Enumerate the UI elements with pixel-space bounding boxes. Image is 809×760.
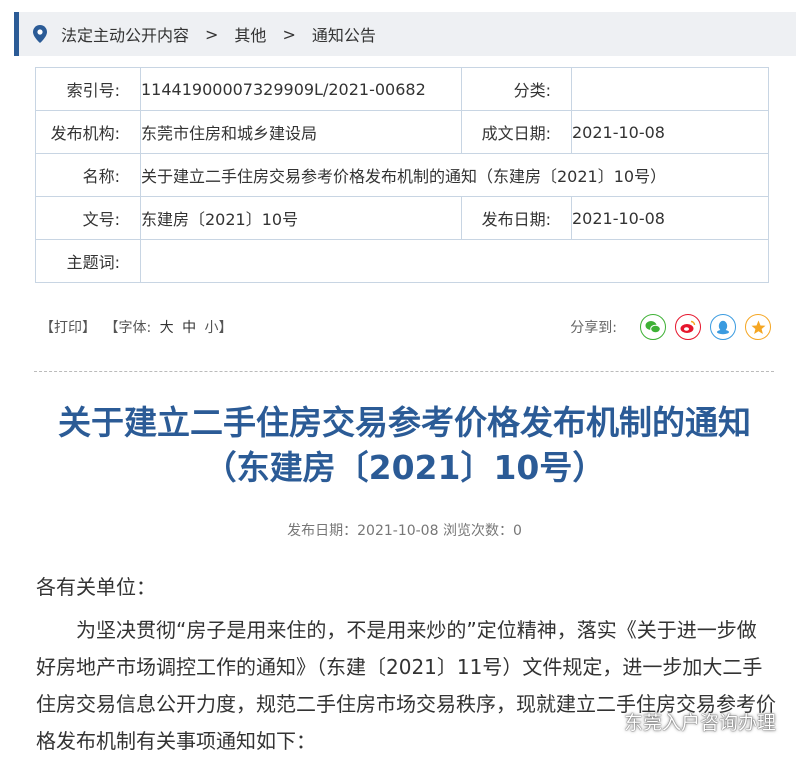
font-large-link[interactable]: 大 bbox=[160, 320, 174, 336]
qq-icon[interactable] bbox=[710, 314, 736, 340]
article-tools: 【打印】 【字体: 大 中 小】 bbox=[40, 317, 237, 337]
breadcrumb-item-public-content[interactable]: 法定主动公开内容 bbox=[61, 22, 189, 46]
index-label: 索引号: bbox=[35, 67, 141, 111]
document-meta-table: 索引号: 11441900007329909L/2021-00682 分类: 发… bbox=[35, 67, 769, 283]
org-label: 发布机构: bbox=[35, 110, 141, 154]
weibo-icon[interactable] bbox=[675, 314, 701, 340]
chevron-right-icon: > bbox=[282, 24, 296, 44]
wechat-watermark-icon bbox=[594, 712, 618, 731]
chevron-right-icon: > bbox=[205, 24, 219, 44]
index-value: 11441900007329909L/2021-00682 bbox=[140, 67, 462, 111]
breadcrumb-item-notices[interactable]: 通知公告 bbox=[312, 22, 376, 46]
org-value: 东莞市住房和城乡建设局 bbox=[140, 110, 462, 154]
doc-number-label: 文号: bbox=[35, 196, 141, 240]
location-pin-icon bbox=[33, 25, 47, 43]
font-small-link[interactable]: 小】 bbox=[205, 320, 233, 336]
category-label: 分类: bbox=[461, 67, 572, 111]
doc-number-value: 东建房〔2021〕10号 bbox=[140, 196, 462, 240]
font-medium-link[interactable]: 中 bbox=[182, 320, 196, 336]
share-label: 分享到: bbox=[570, 320, 617, 336]
print-link[interactable]: 【打印】 bbox=[40, 320, 96, 336]
watermark-text: 东莞入户咨询办理 bbox=[624, 712, 777, 734]
paragraph: 为坚决贯彻“房子是用来住的，不是用来炒的”定位精神，落实《关于进一步做好房地产市… bbox=[36, 618, 776, 753]
article-title-line2: （东建房〔2021〕10号） bbox=[203, 448, 606, 487]
meta-row: 名称: 关于建立二手住房交易参考价格发布机制的通知（东建房〔2021〕10号） bbox=[35, 153, 769, 197]
breadcrumb-item-other[interactable]: 其他 bbox=[234, 22, 266, 46]
divider bbox=[34, 371, 774, 372]
watermark: 东莞入户咨询办理 bbox=[594, 708, 776, 735]
created-date-value: 2021-10-08 bbox=[571, 110, 769, 154]
article-pub-info: 发布日期：2021-10-08 浏览次数：0 bbox=[287, 523, 522, 539]
category-value bbox=[571, 67, 769, 111]
subject-value bbox=[140, 239, 769, 283]
meta-row: 主题词: bbox=[35, 239, 769, 283]
share-bar: 分享到: bbox=[570, 314, 771, 340]
publish-date-label: 发布日期: bbox=[461, 196, 572, 240]
publish-date-value: 2021-10-08 bbox=[571, 196, 769, 240]
name-value: 关于建立二手住房交易参考价格发布机制的通知（东建房〔2021〕10号） bbox=[140, 153, 769, 197]
subject-label: 主题词: bbox=[35, 239, 141, 283]
breadcrumb: 法定主动公开内容 > 其他 > 通知公告 bbox=[14, 12, 796, 56]
qzone-icon[interactable] bbox=[745, 314, 771, 340]
meta-row: 索引号: 11441900007329909L/2021-00682 分类: bbox=[35, 67, 769, 111]
meta-row: 发布机构: 东莞市住房和城乡建设局 成文日期: 2021-10-08 bbox=[35, 110, 769, 154]
meta-row: 文号: 东建房〔2021〕10号 发布日期: 2021-10-08 bbox=[35, 196, 769, 240]
article-title-line1: 关于建立二手住房交易参考价格发布机制的通知 bbox=[58, 403, 751, 442]
font-size-label: 【字体: bbox=[104, 320, 152, 336]
article-title: 关于建立二手住房交易参考价格发布机制的通知 （东建房〔2021〕10号） bbox=[0, 400, 809, 490]
created-date-label: 成文日期: bbox=[461, 110, 572, 154]
name-label: 名称: bbox=[35, 153, 141, 197]
salutation: 各有关单位： bbox=[36, 575, 156, 599]
wechat-icon[interactable] bbox=[640, 314, 666, 340]
